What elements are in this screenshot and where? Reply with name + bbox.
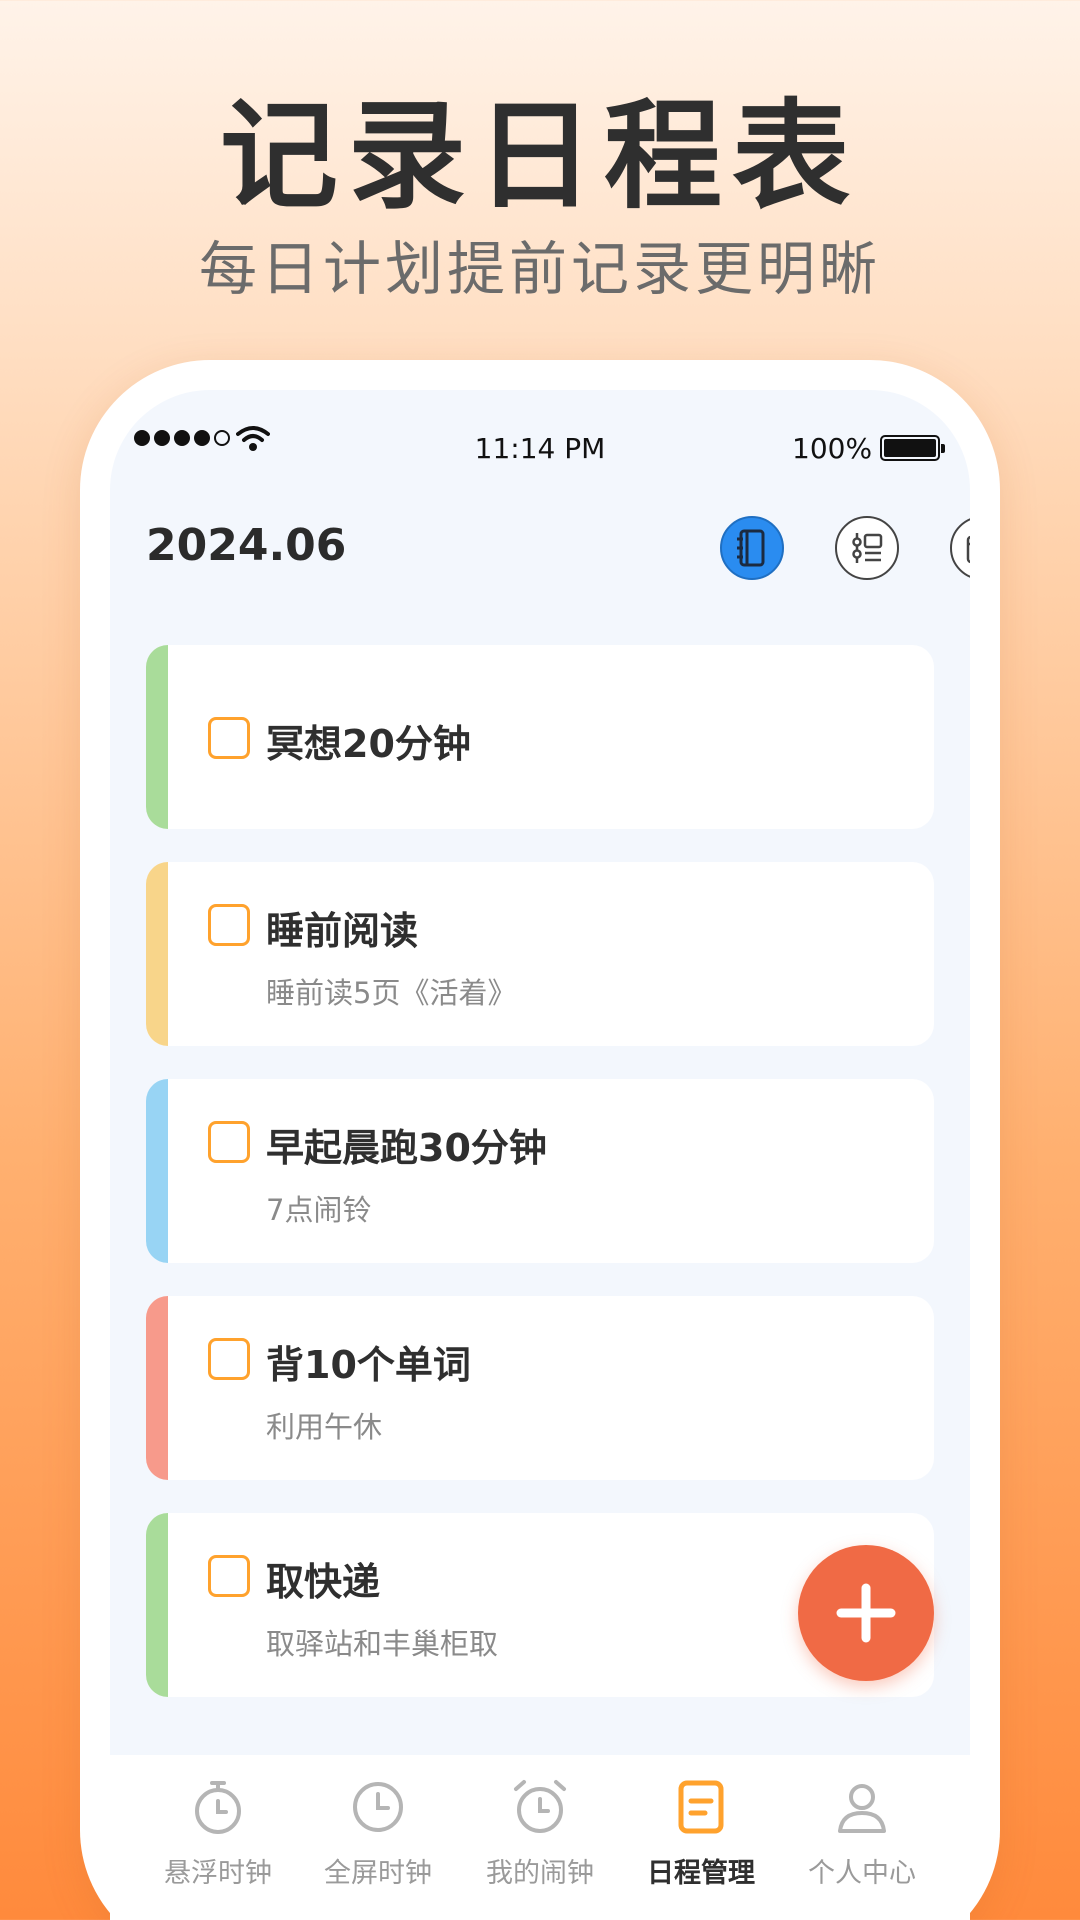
task-color-bar [146,1296,168,1480]
clock-icon [353,1782,403,1832]
task-card[interactable]: 背10个单词 利用午休 [146,1296,934,1480]
phone-frame: 11:14 PM 100% 2024.06 冥想20分钟 睡前阅读 睡前读5页《… [80,360,1000,1920]
tab-label: 个人中心 [808,1858,916,1889]
tab-schedule[interactable]: 日程管理 [621,1755,781,1920]
task-checkbox[interactable] [208,1555,250,1597]
tab-label: 日程管理 [647,1858,755,1889]
tab-my-alarms[interactable]: 我的闹钟 [460,1755,620,1920]
task-card[interactable]: 早起晨跑30分钟 7点闹铃 [146,1079,934,1263]
alarm-icon [514,1780,566,1833]
phone-screen: 11:14 PM 100% 2024.06 冥想20分钟 睡前阅读 睡前读5页《… [110,390,970,1920]
status-bar: 11:14 PM 100% [110,390,970,500]
task-checkbox[interactable] [208,717,250,759]
hero-title: 记录日程表 [219,87,860,225]
calendar-icon [966,535,970,564]
list-settings-icon [852,533,883,563]
task-checkbox[interactable] [208,1121,250,1163]
task-card[interactable]: 睡前阅读 睡前读5页《活着》 [146,862,934,1046]
task-note: 利用午休 [266,1410,383,1444]
task-checkbox[interactable] [208,904,250,946]
tab-label: 我的闹钟 [486,1858,594,1889]
task-title: 睡前阅读 [266,909,419,953]
task-checkbox[interactable] [208,1338,250,1380]
task-note: 7点闹铃 [266,1193,372,1227]
task-color-bar [146,645,168,829]
stopwatch-icon [195,1781,241,1834]
task-title: 早起晨跑30分钟 [266,1126,547,1170]
notebook-button[interactable] [720,516,784,580]
tab-floating-clock[interactable]: 悬浮时钟 [138,1755,298,1920]
tab-label: 全屏时钟 [324,1858,432,1889]
task-title: 背10个单词 [266,1343,471,1387]
task-color-bar [146,1513,168,1697]
task-color-bar [146,1079,168,1263]
task-title: 冥想20分钟 [266,722,471,766]
bottom-tab-bar: 悬浮时钟 全屏时钟 我的闹钟 日程管理 个人中心 [110,1755,970,1920]
battery-icon [880,435,945,461]
plus-icon [836,1583,896,1643]
task-color-bar [146,862,168,1046]
list-settings-button[interactable] [835,516,899,580]
add-task-button[interactable] [798,1545,934,1681]
current-date: 2024.06 [146,520,347,571]
task-note: 取驿站和丰巢柜取 [266,1627,499,1661]
task-card[interactable]: 冥想20分钟 [146,645,934,829]
notebook-icon [737,529,765,567]
hero-subtitle: 每日计划提前记录更明晰 [198,235,881,303]
tab-label: 悬浮时钟 [164,1858,272,1889]
schedule-icon [678,1780,724,1834]
tab-fullscreen-clock[interactable]: 全屏时钟 [298,1755,458,1920]
user-icon [838,1784,886,1833]
tab-profile[interactable]: 个人中心 [782,1755,942,1920]
battery-percent: 100% [792,432,873,465]
task-note: 睡前读5页《活着》 [266,976,517,1010]
task-title: 取快递 [266,1560,381,1604]
calendar-button[interactable] [950,516,970,580]
